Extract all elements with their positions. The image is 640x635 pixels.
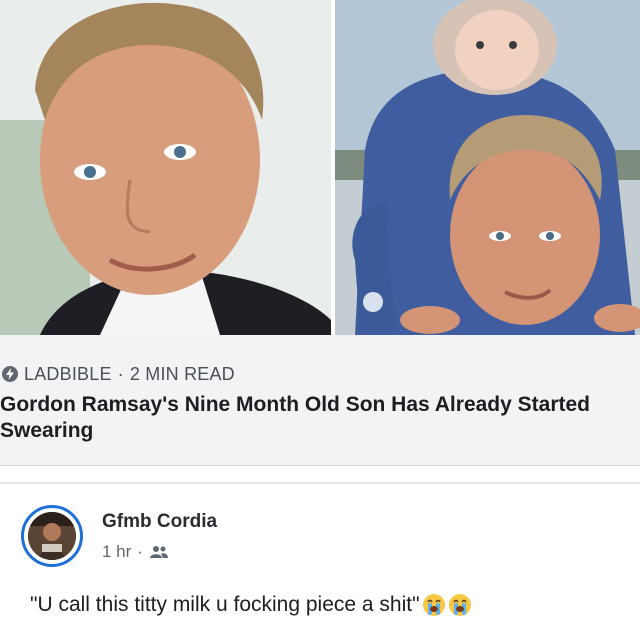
link-preview-image[interactable] xyxy=(0,0,640,335)
man-with-baby-photo xyxy=(335,0,640,335)
separator-dot: · xyxy=(117,363,124,384)
loudly-crying-face-icon xyxy=(422,594,445,616)
loudly-crying-face-icon xyxy=(448,594,471,616)
man-portrait-photo xyxy=(0,0,331,335)
comment-meta: 1 hr · xyxy=(102,542,169,562)
lightning-bolt-icon xyxy=(2,366,18,382)
read-time: 2 MIN READ xyxy=(129,363,235,384)
comment-text: "U call this titty milk u focking piece … xyxy=(30,593,420,616)
separator-dot: · xyxy=(137,542,143,561)
link-source-row: LADBIBLE · 2 MIN READ xyxy=(2,362,235,386)
link-headline[interactable]: Gordon Ramsay's Nine Month Old Son Has A… xyxy=(0,392,620,444)
link-source-name: LADBIBLE xyxy=(24,363,112,384)
comment-author[interactable]: Gfmb Cordia xyxy=(102,511,217,533)
avatar[interactable] xyxy=(21,505,83,567)
comment-time[interactable]: 1 hr xyxy=(102,542,131,562)
friends-icon[interactable] xyxy=(149,545,169,559)
avatar-image xyxy=(28,512,76,560)
comment-text-row: "U call this titty milk u focking piece … xyxy=(30,593,472,617)
